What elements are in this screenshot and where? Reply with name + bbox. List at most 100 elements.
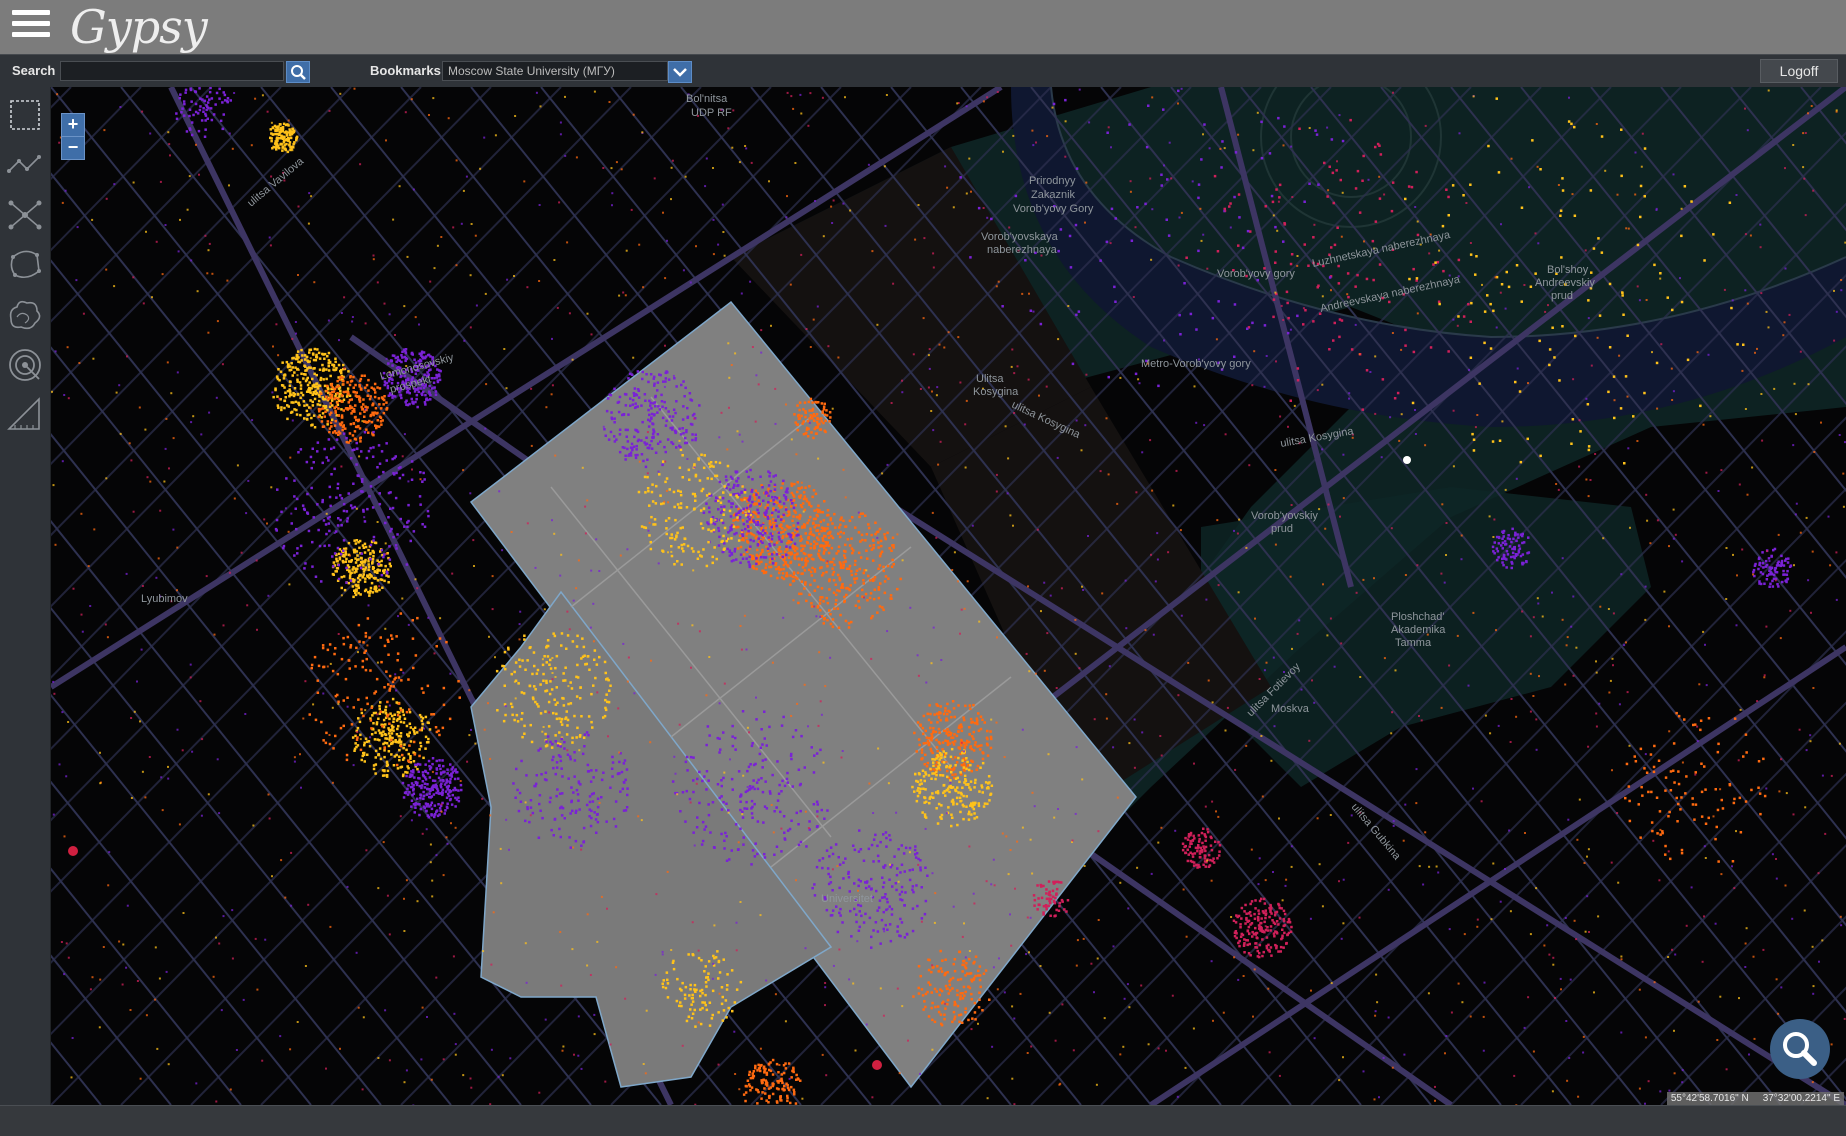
heat-point xyxy=(280,409,283,412)
heat-point xyxy=(365,546,368,549)
heat-point xyxy=(351,507,354,510)
heat-point xyxy=(921,988,924,991)
heat-point xyxy=(526,659,529,662)
network-tool[interactable] xyxy=(5,195,45,235)
region-tool[interactable] xyxy=(5,295,45,335)
heat-point xyxy=(352,483,355,486)
search-input[interactable] xyxy=(60,61,284,81)
rectangle-select-tool[interactable] xyxy=(5,95,45,135)
heat-point xyxy=(541,817,544,820)
heat-point xyxy=(760,728,763,731)
heat-point xyxy=(828,588,831,591)
heat-point xyxy=(688,1016,691,1019)
heat-point xyxy=(783,1064,786,1067)
map-svg[interactable]: Bol'nitsaUDP RFPrirodnyyZakaznikVorob'yo… xyxy=(51,87,1846,1105)
heat-point xyxy=(891,864,894,867)
heat-point xyxy=(931,991,934,994)
heat-point xyxy=(341,400,344,403)
heat-point xyxy=(804,564,807,567)
heat-point xyxy=(700,555,703,558)
heat-point xyxy=(716,558,719,561)
search-button[interactable] xyxy=(286,61,310,83)
heat-point xyxy=(309,713,312,716)
heat-point xyxy=(280,406,283,409)
heat-point xyxy=(400,397,403,400)
measure-tool[interactable] xyxy=(5,395,45,435)
heat-point xyxy=(549,797,552,800)
heat-point xyxy=(937,790,940,793)
heat-point xyxy=(868,885,871,888)
heat-point xyxy=(838,912,841,915)
heat-point xyxy=(973,803,976,806)
heat-point xyxy=(197,112,200,115)
heat-point xyxy=(740,492,743,495)
heat-point xyxy=(534,688,537,691)
heat-point xyxy=(216,92,219,95)
heat-point xyxy=(741,539,744,542)
polyline-tool[interactable] xyxy=(5,145,45,185)
logoff-button[interactable]: Logoff xyxy=(1760,59,1838,83)
heat-point xyxy=(851,552,854,555)
heat-point xyxy=(761,1082,764,1085)
heat-point xyxy=(838,887,841,890)
heat-point xyxy=(729,510,732,513)
heat-point xyxy=(741,499,744,502)
heat-point xyxy=(723,485,726,488)
heat-point xyxy=(946,703,949,706)
heat-point xyxy=(566,733,569,736)
heat-point xyxy=(330,384,333,387)
heat-point xyxy=(360,387,363,390)
heat-point xyxy=(325,742,328,745)
heat-point xyxy=(334,361,337,364)
heat-point xyxy=(774,484,777,487)
heat-point xyxy=(679,810,682,813)
heat-point xyxy=(392,698,395,701)
heat-point xyxy=(755,490,758,493)
heat-point xyxy=(649,404,652,407)
heat-point xyxy=(409,731,412,734)
heat-point xyxy=(827,867,830,870)
bookmarks-select[interactable]: Moscow State University (МГУ) xyxy=(442,61,668,81)
heat-point xyxy=(860,556,863,559)
heat-point xyxy=(663,401,666,404)
heat-point xyxy=(769,472,772,475)
heat-point xyxy=(788,541,791,544)
heat-point xyxy=(356,559,359,562)
heat-point xyxy=(300,373,303,376)
heat-point xyxy=(413,730,416,733)
heat-point xyxy=(295,508,298,511)
hamburger-icon[interactable] xyxy=(12,10,50,42)
heat-point xyxy=(688,469,691,472)
heat-point xyxy=(725,479,728,482)
heat-point xyxy=(665,407,668,410)
heat-point xyxy=(283,123,286,126)
map-canvas[interactable]: Bol'nitsaUDP RFPrirodnyyZakaznikVorob'yo… xyxy=(51,87,1846,1105)
heat-point xyxy=(412,789,415,792)
heat-point xyxy=(938,731,941,734)
heat-point xyxy=(969,972,972,975)
heat-point xyxy=(970,993,973,996)
heat-point xyxy=(723,1009,726,1012)
heat-point xyxy=(336,438,339,441)
heat-point xyxy=(383,749,386,752)
heat-point xyxy=(931,792,934,795)
heat-point xyxy=(530,799,533,802)
heat-point xyxy=(953,767,956,770)
heat-point xyxy=(734,550,737,553)
heat-point xyxy=(379,569,382,572)
heat-point xyxy=(990,747,993,750)
radius-tool[interactable] xyxy=(5,345,45,385)
polygon-tool[interactable] xyxy=(5,245,45,285)
heat-point xyxy=(694,984,697,987)
heat-point xyxy=(356,395,359,398)
heat-point xyxy=(374,772,377,775)
bookmarks-dropdown-button[interactable] xyxy=(668,61,692,83)
heat-point xyxy=(889,923,892,926)
heat-point xyxy=(974,1002,977,1005)
heat-point xyxy=(720,519,723,522)
heat-point xyxy=(345,561,348,564)
heat-point xyxy=(769,790,772,793)
heat-point xyxy=(284,400,287,403)
heat-point xyxy=(815,493,818,496)
heat-point xyxy=(206,106,209,109)
